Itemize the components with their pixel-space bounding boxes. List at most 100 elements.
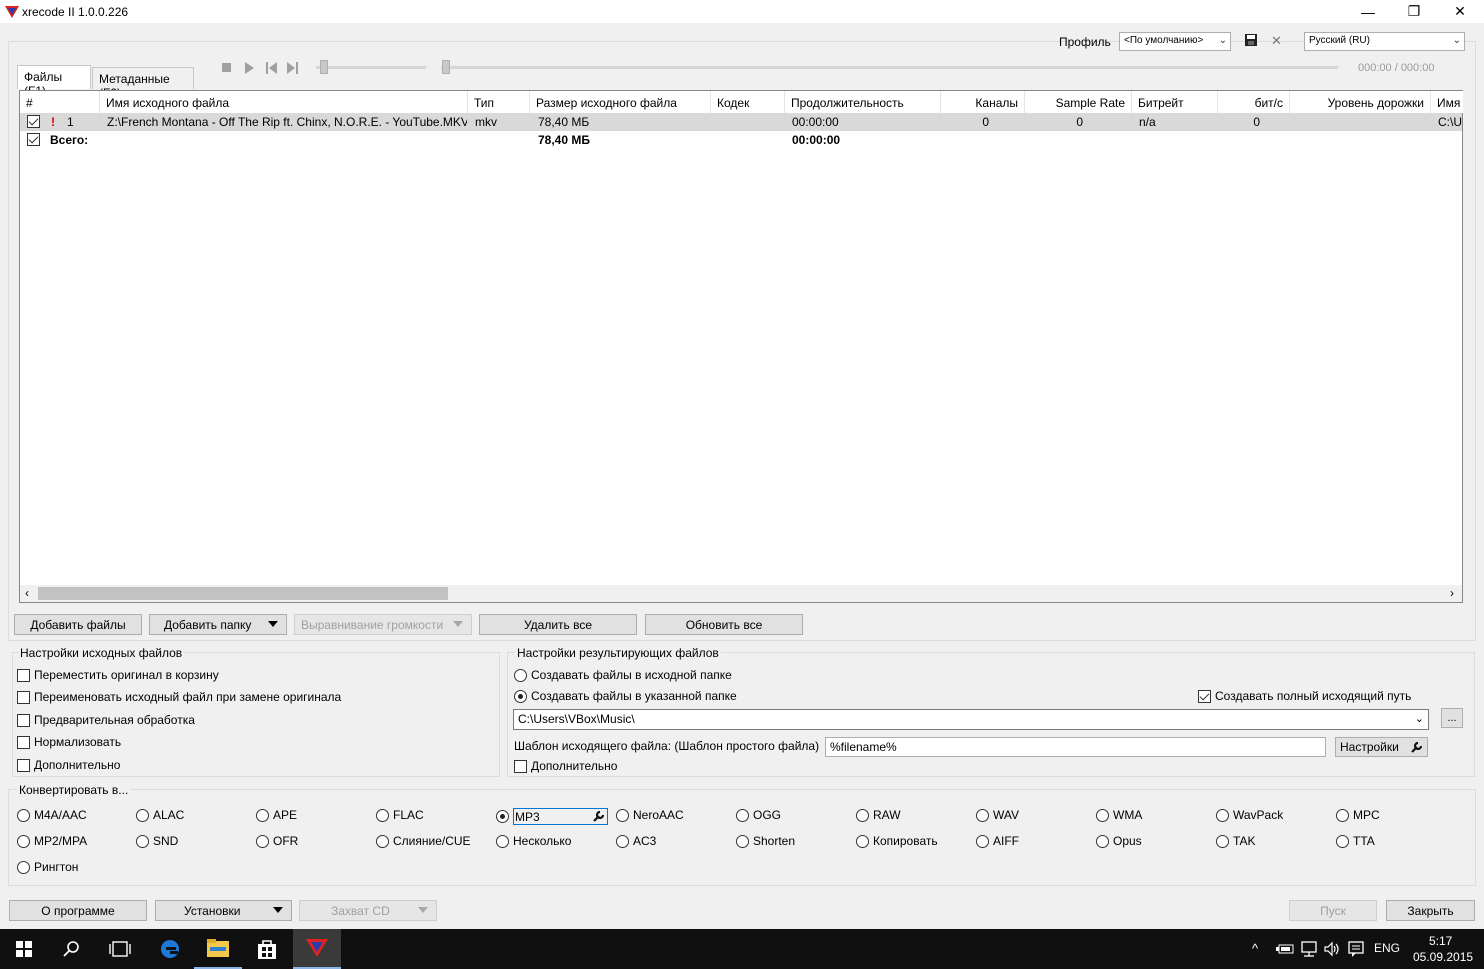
- seek-slider-thumb[interactable]: [442, 60, 450, 74]
- previous-icon[interactable]: [266, 62, 277, 74]
- format-radio[interactable]: [616, 834, 629, 848]
- template-settings-button[interactable]: Настройки: [1335, 737, 1428, 757]
- format-option-wavpack[interactable]: WavPack: [1216, 808, 1283, 822]
- format-radio[interactable]: [1096, 808, 1109, 822]
- seek-slider[interactable]: [441, 66, 1338, 69]
- format-radio[interactable]: [376, 834, 389, 848]
- add-folder-button[interactable]: Добавить папку: [149, 614, 287, 635]
- xrecode-taskbar-icon[interactable]: [293, 929, 341, 969]
- column-type[interactable]: Тип: [468, 91, 530, 113]
- format-option-несколько[interactable]: Несколько: [496, 834, 571, 848]
- total-checkbox[interactable]: [27, 133, 40, 146]
- format-radio[interactable]: [1216, 834, 1229, 848]
- restore-button[interactable]: ❐: [1391, 0, 1437, 23]
- format-radio[interactable]: [17, 808, 30, 822]
- checkbox[interactable]: [17, 668, 30, 682]
- close-window-button[interactable]: ✕: [1437, 0, 1483, 23]
- format-option-слияние-cue[interactable]: Слияние/CUE: [376, 834, 471, 848]
- settings-button[interactable]: Установки: [155, 900, 292, 921]
- column-codec[interactable]: Кодек: [711, 91, 785, 113]
- language-select[interactable]: Русский (RU) ⌄: [1304, 32, 1465, 51]
- browse-folder-button[interactable]: ...: [1441, 708, 1463, 728]
- format-radio[interactable]: [256, 834, 269, 848]
- format-option-ogg[interactable]: OGG: [736, 808, 781, 822]
- custom-folder-option[interactable]: Создавать файлы в указанной папке: [514, 689, 737, 703]
- format-radio[interactable]: [496, 810, 509, 823]
- template-input[interactable]: %filename%: [825, 737, 1326, 757]
- rename-original-option[interactable]: Переименовать исходный файл при замене о…: [17, 690, 341, 704]
- volume-slider-thumb[interactable]: [320, 60, 328, 74]
- checkbox[interactable]: [17, 690, 30, 704]
- checkbox[interactable]: [514, 759, 527, 773]
- format-radio[interactable]: [736, 808, 749, 822]
- network-icon[interactable]: [1300, 940, 1318, 961]
- battery-icon[interactable]: [1275, 942, 1295, 959]
- tray-chevron-icon[interactable]: ^: [1252, 941, 1258, 956]
- format-option-ape[interactable]: APE: [256, 808, 297, 822]
- format-radio[interactable]: [136, 808, 149, 822]
- preprocessing-option[interactable]: Предварительная обработка: [17, 713, 195, 727]
- format-option-ac3[interactable]: AC3: [616, 834, 656, 848]
- column-dest-name[interactable]: Имя: [1431, 91, 1463, 113]
- about-button[interactable]: О программе: [9, 900, 147, 921]
- next-icon[interactable]: [287, 62, 298, 74]
- format-radio[interactable]: [1216, 808, 1229, 822]
- format-radio[interactable]: [856, 808, 869, 822]
- format-option-tta[interactable]: TTA: [1336, 834, 1375, 848]
- format-option-flac[interactable]: FLAC: [376, 808, 424, 822]
- same-folder-option[interactable]: Создавать файлы в исходной папке: [514, 668, 732, 682]
- clock-date[interactable]: 05.09.2015: [1413, 950, 1473, 964]
- column-duration[interactable]: Продолжительность: [785, 91, 941, 113]
- format-radio[interactable]: [136, 834, 149, 848]
- stop-icon[interactable]: [222, 63, 231, 72]
- format-radio[interactable]: [17, 860, 30, 874]
- move-to-recycle-option[interactable]: Переместить оригинал в корзину: [17, 668, 219, 682]
- format-radio[interactable]: [736, 834, 749, 848]
- format-option-mp2-mpa[interactable]: MP2/MPA: [17, 834, 87, 848]
- add-files-button[interactable]: Добавить файлы: [14, 614, 142, 635]
- minimize-button[interactable]: —: [1345, 0, 1391, 23]
- format-radio[interactable]: [256, 808, 269, 822]
- format-option-ofr[interactable]: OFR: [256, 834, 298, 848]
- source-extra-option[interactable]: Дополнительно: [17, 758, 120, 772]
- format-option-neroaac[interactable]: NeroAAC: [616, 808, 684, 822]
- format-option-tak[interactable]: TAK: [1216, 834, 1255, 848]
- format-option-рингтон[interactable]: Рингтон: [17, 860, 78, 874]
- checkbox[interactable]: [17, 735, 30, 749]
- format-radio[interactable]: [856, 834, 869, 848]
- chevron-down-icon[interactable]: ⌄: [1415, 712, 1424, 725]
- delete-profile-icon[interactable]: ✕: [1271, 33, 1282, 49]
- column-bps[interactable]: бит/с: [1218, 91, 1290, 113]
- output-folder-input[interactable]: C:\Users\VBox\Music\ ⌄: [513, 709, 1429, 730]
- store-icon[interactable]: [243, 929, 291, 969]
- format-option-mpc[interactable]: MPC: [1336, 808, 1380, 822]
- format-option-opus[interactable]: Opus: [1096, 834, 1142, 848]
- format-radio[interactable]: [17, 834, 30, 848]
- start-button[interactable]: Пуск: [1289, 900, 1377, 921]
- task-view-icon[interactable]: [96, 929, 144, 969]
- refresh-all-button[interactable]: Обновить все: [645, 614, 803, 635]
- format-radio[interactable]: [496, 834, 509, 848]
- column-track-level[interactable]: Уровень дорожки: [1290, 91, 1431, 113]
- notifications-icon[interactable]: [1347, 940, 1365, 961]
- selected-format-box[interactable]: MP3: [513, 808, 608, 825]
- scroll-left-icon[interactable]: ‹: [25, 586, 29, 600]
- checkbox[interactable]: [1198, 689, 1211, 703]
- scroll-right-icon[interactable]: ›: [1450, 586, 1454, 600]
- format-radio[interactable]: [1096, 834, 1109, 848]
- format-radio[interactable]: [1336, 834, 1349, 848]
- column-channels[interactable]: Каналы: [941, 91, 1025, 113]
- full-path-option[interactable]: Создавать полный исходящий путь: [1198, 689, 1411, 703]
- output-extra-option[interactable]: Дополнительно: [514, 759, 617, 773]
- checkbox[interactable]: [17, 713, 30, 727]
- row-checkbox[interactable]: [27, 115, 40, 128]
- format-option-raw[interactable]: RAW: [856, 808, 901, 822]
- tab-metadata[interactable]: Метаданные (F2): [92, 67, 194, 100]
- format-radio[interactable]: [1336, 808, 1349, 822]
- column-number[interactable]: #: [20, 91, 100, 113]
- clock-time[interactable]: 5:17: [1429, 934, 1452, 948]
- format-option-wav[interactable]: WAV: [976, 808, 1019, 822]
- file-explorer-icon[interactable]: [194, 929, 242, 969]
- search-icon[interactable]: [48, 929, 96, 969]
- normalize-option[interactable]: Нормализовать: [17, 735, 121, 749]
